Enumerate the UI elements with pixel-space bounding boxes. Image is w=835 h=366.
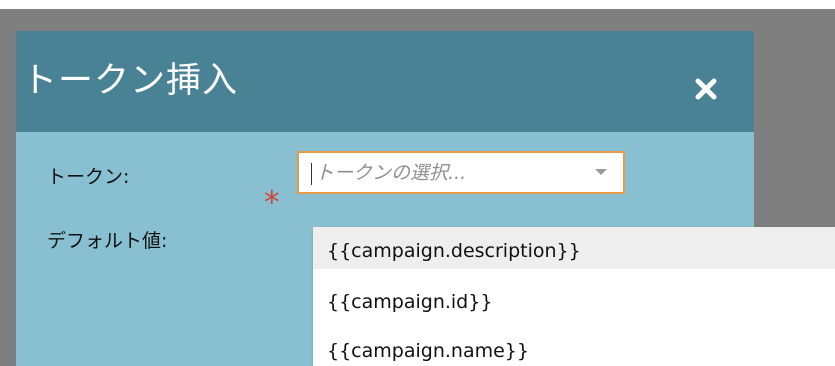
token-dropdown-list: {{campaign.description}} {{campaign.id}}… [313,227,835,366]
dropdown-option-label: {{campaign.name}} [327,340,529,362]
token-label: トークン: [47,166,130,188]
dropdown-option-label: {{campaign.description}} [327,240,581,262]
dialog-title: トークン挿入 [22,61,239,101]
default-value-label: デフォルト値: [47,230,168,252]
dialog-header: トークン挿入 [16,31,754,132]
required-indicator: * [264,185,280,221]
close-icon [695,78,717,100]
chevron-down-icon [595,169,607,175]
dropdown-option-campaign-description[interactable]: {{campaign.description}} [313,227,835,269]
token-select[interactable]: トークンの選択... [297,151,625,194]
text-cursor [311,163,312,185]
dropdown-option-campaign-id[interactable]: {{campaign.id}} [313,278,835,320]
dropdown-option-label: {{campaign.id}} [327,291,493,313]
stage: トークン挿入 トークン: デフォルト値: * トークンの選択... {{camp… [0,0,835,366]
close-button[interactable] [692,75,720,103]
dropdown-option-campaign-name[interactable]: {{campaign.name}} [313,327,835,366]
token-select-placeholder: トークンの選択... [315,162,467,184]
